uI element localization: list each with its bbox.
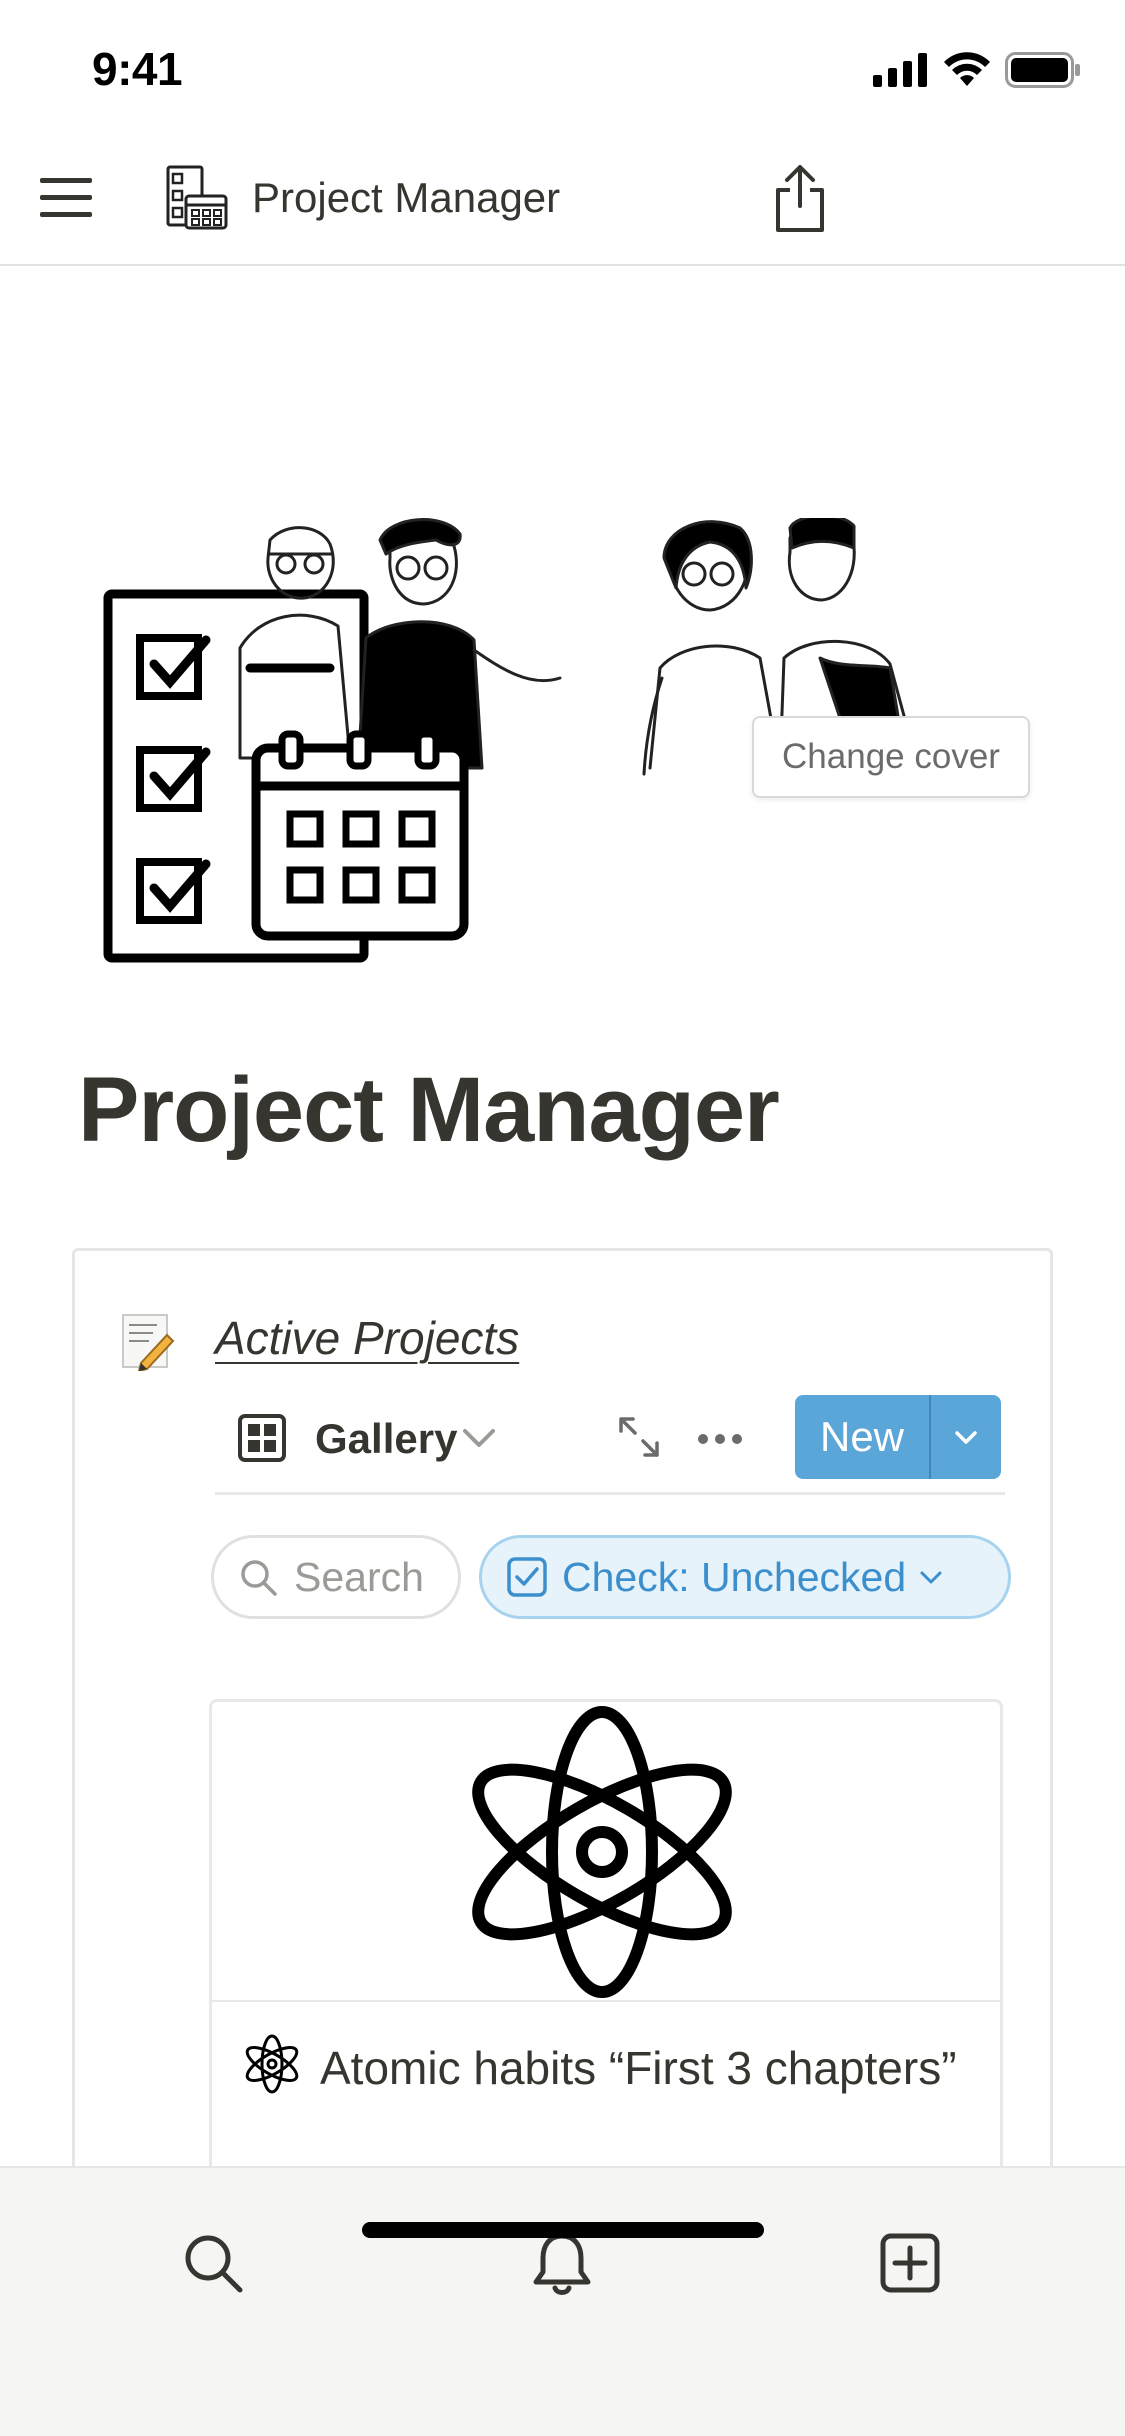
expand-icon[interactable] xyxy=(617,1415,661,1459)
filter-label: Check: Unchecked xyxy=(562,1553,907,1600)
new-options-button[interactable] xyxy=(931,1395,1001,1479)
filter-chip[interactable]: Check: Unchecked xyxy=(479,1535,1011,1619)
cellular-signal-icon xyxy=(873,53,927,87)
filter-row: Search Check: Unchecked xyxy=(211,1535,1011,1621)
wifi-icon xyxy=(944,52,990,86)
change-cover-button[interactable]: Change cover xyxy=(752,716,1030,798)
page-title[interactable]: Project Manager xyxy=(78,1058,780,1163)
checkbox-icon xyxy=(507,1557,547,1597)
chevron-down-icon xyxy=(955,1431,977,1444)
card-title: Atomic habits “First 3 chapters” xyxy=(320,2042,957,2094)
chevron-down-icon[interactable] xyxy=(459,1417,499,1457)
top-nav: Project Manager xyxy=(0,132,1125,266)
gallery-view-icon[interactable] xyxy=(237,1413,287,1463)
search-icon xyxy=(241,1560,277,1596)
hamburger-icon[interactable] xyxy=(36,172,96,224)
bottom-tab-bar xyxy=(0,2166,1125,2436)
home-indicator xyxy=(362,2222,764,2238)
bell-icon[interactable] xyxy=(527,2228,597,2298)
add-page-icon[interactable] xyxy=(875,2228,945,2298)
search-label: Search xyxy=(294,1553,424,1600)
status-time: 9:41 xyxy=(92,43,183,95)
page-cover[interactable]: Change cover xyxy=(0,268,1125,1008)
card-cover xyxy=(212,1702,1000,2002)
search-icon[interactable] xyxy=(178,2228,248,2298)
new-button-group: New xyxy=(795,1395,1001,1479)
database-title-link[interactable]: Active Projects xyxy=(215,1311,519,1365)
more-options-icon[interactable] xyxy=(695,1419,745,1459)
status-icons xyxy=(873,50,1081,90)
nav-page-title[interactable]: Project Manager xyxy=(252,174,560,222)
checklist-calendar-icon xyxy=(166,165,228,230)
view-selector[interactable]: Gallery xyxy=(315,1415,457,1463)
linked-database: Active Projects Gallery New Search Check… xyxy=(72,1248,1053,2259)
chevron-down-icon xyxy=(920,1571,942,1584)
atom-icon xyxy=(472,1706,732,1998)
new-button[interactable]: New xyxy=(795,1395,931,1479)
share-icon[interactable] xyxy=(770,162,830,234)
search-button[interactable]: Search xyxy=(211,1535,461,1619)
status-bar: 9:41 xyxy=(0,0,1125,132)
view-toolbar: Gallery New xyxy=(215,1395,1005,1495)
battery-icon xyxy=(1005,52,1080,88)
memo-pencil-icon xyxy=(122,1314,175,1371)
